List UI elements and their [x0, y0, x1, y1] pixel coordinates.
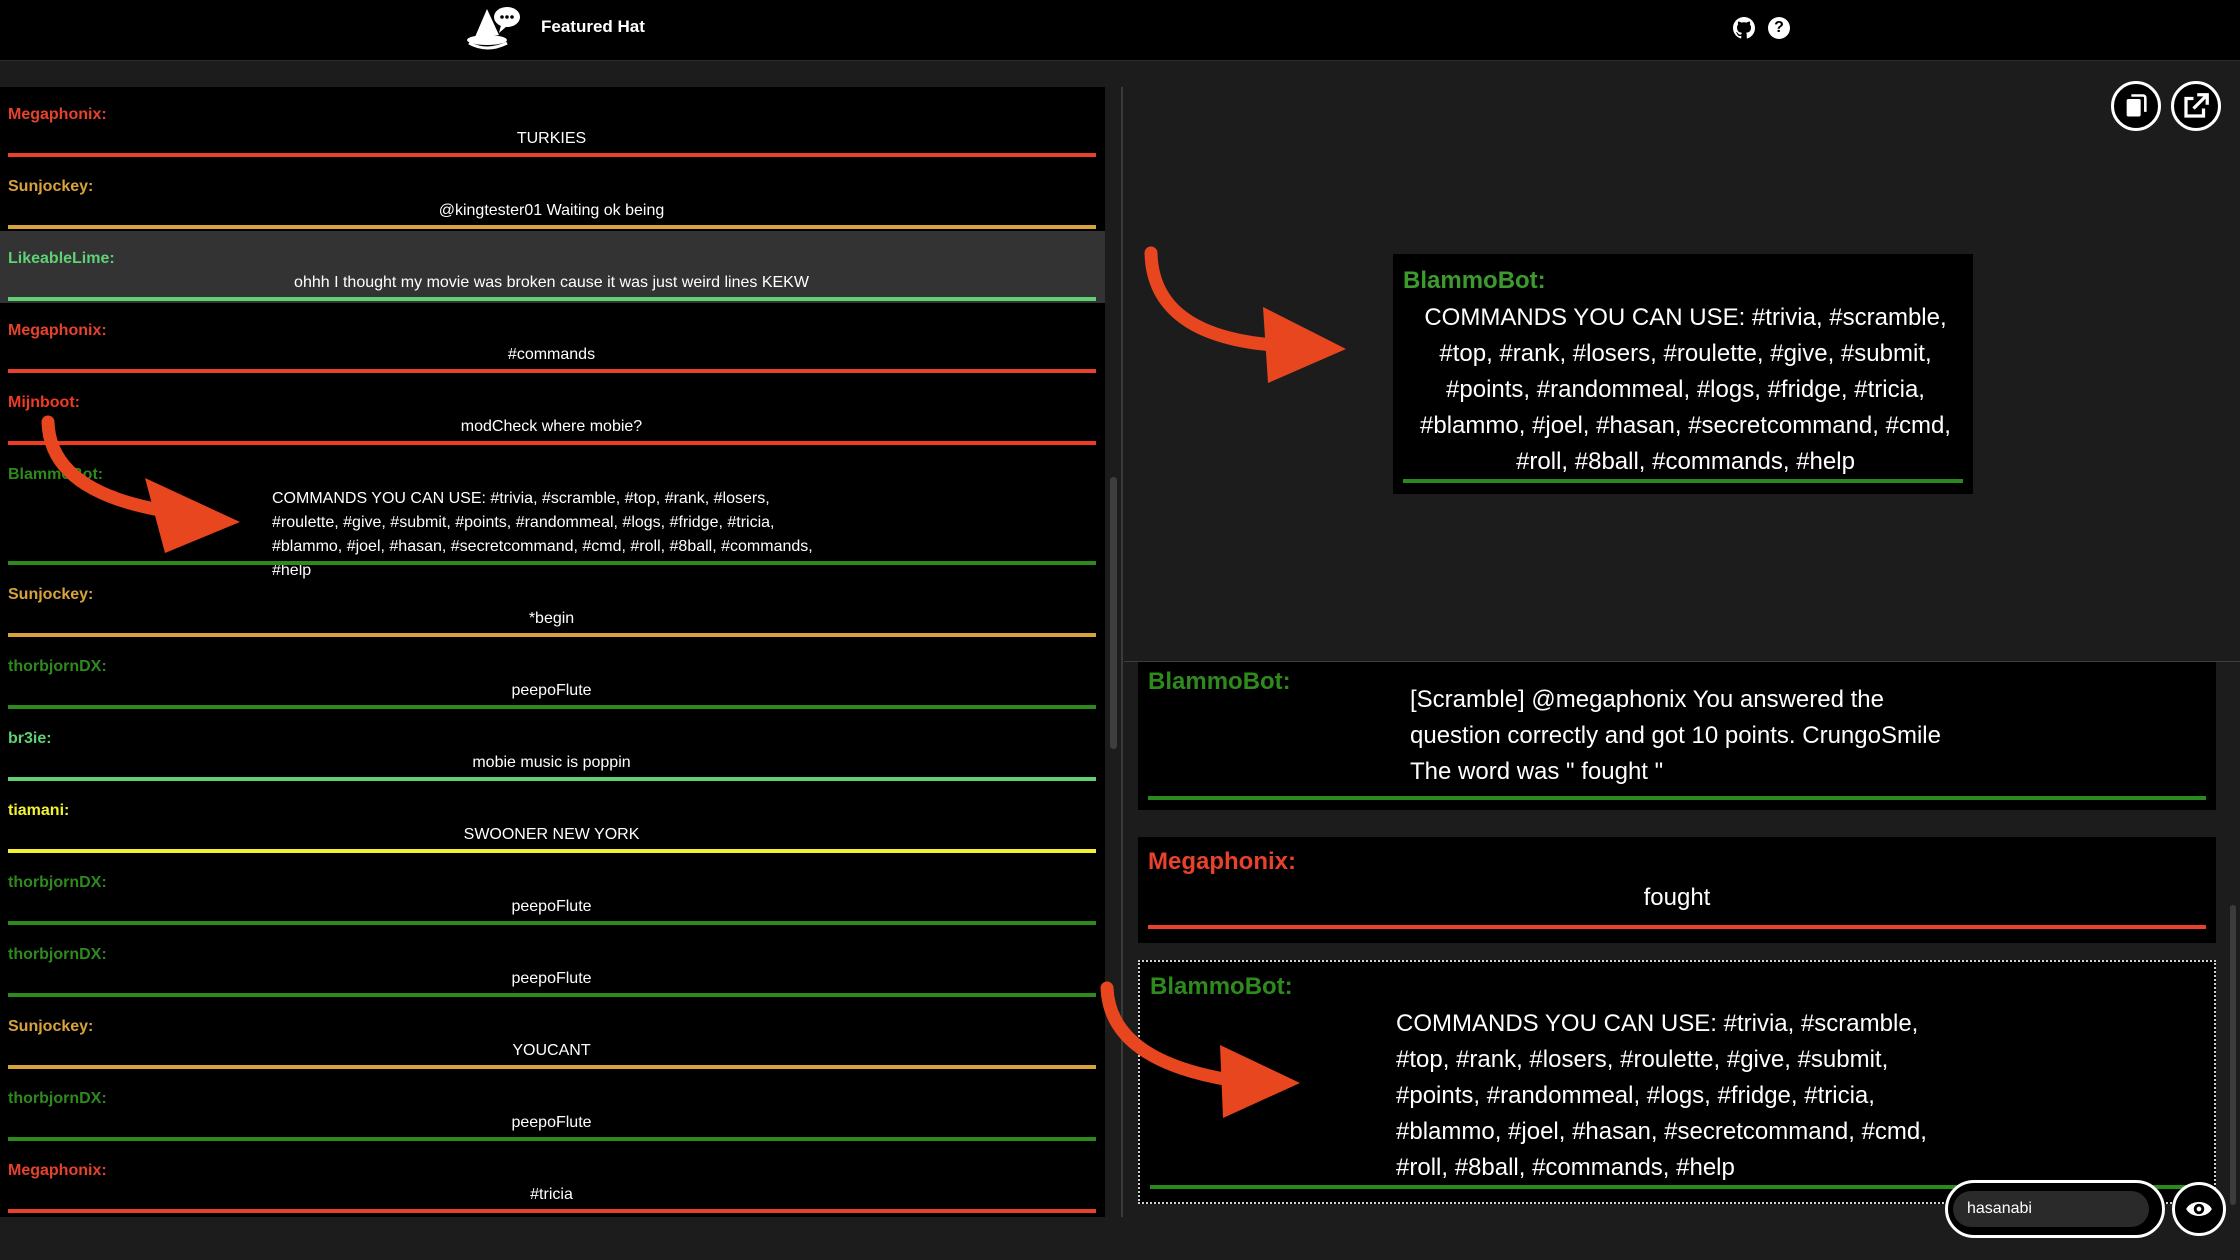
history-message-text: fought	[1643, 884, 1711, 911]
chat-message[interactable]: Megaphonix: #tricia	[0, 1143, 1105, 1215]
chat-message[interactable]: Mijnboot: modCheck where mobie?	[0, 375, 1105, 447]
chat-message-text: YOUCANT	[512, 1042, 591, 1059]
chat-message-text: #commands	[507, 346, 596, 363]
history-color-rule	[1148, 796, 2206, 800]
chat-color-rule	[8, 1209, 1096, 1213]
chat-username: Sunjockey:	[8, 178, 94, 195]
panel-divider[interactable]	[1121, 87, 1123, 1217]
chat-message[interactable]: LikeableLime: ohhh I thought my movie was…	[0, 231, 1105, 303]
chat-message-text: peepoFlute	[511, 682, 592, 699]
history-item-selected[interactable]: BlammoBot: COMMANDS YOU CAN USE: #trivia…	[1138, 960, 2216, 1204]
chat-message-text: *begin	[528, 610, 575, 627]
copy-icon	[2126, 94, 2147, 117]
popout-button[interactable]	[2171, 81, 2221, 131]
chat-color-rule	[8, 1065, 1096, 1069]
chat-username: tiamani:	[8, 802, 70, 819]
help-icon[interactable]: ?	[1768, 17, 1790, 39]
chat-color-rule	[8, 561, 1096, 565]
history-item[interactable]: BlammoBot: [Scramble] @megaphonix You an…	[1138, 662, 2216, 810]
chat-username: Sunjockey:	[8, 1018, 94, 1035]
chat-message[interactable]: thorbjornDX: peepoFlute	[0, 855, 1105, 927]
chat-message-text: TURKIES	[516, 130, 587, 147]
chat-color-rule	[8, 849, 1096, 853]
chat-message-text: mobie music is poppin	[472, 754, 631, 771]
github-icon[interactable]	[1733, 17, 1755, 39]
eye-icon	[2186, 1202, 2212, 1216]
chat-message[interactable]: thorbjornDX: peepoFlute	[0, 639, 1105, 711]
chat-username: Megaphonix:	[8, 322, 107, 339]
chat-message[interactable]: Megaphonix: #commands	[0, 303, 1105, 375]
external-link-icon	[2184, 93, 2209, 118]
chat-color-rule	[8, 153, 1096, 157]
chat-username: Mijnboot:	[8, 394, 80, 411]
history-username: BlammoBot:	[1150, 973, 1293, 1000]
chat-message[interactable]: Sunjockey: @kingtester01 Waiting ok being	[0, 159, 1105, 231]
chat-color-rule	[8, 777, 1096, 781]
chat-message[interactable]: tiamani: SWOONER NEW YORK	[0, 783, 1105, 855]
app-title: Featured Hat	[541, 17, 645, 36]
bottom-bar	[0, 1217, 2240, 1260]
chat-message-text: modCheck where mobie?	[460, 418, 643, 435]
chat-message-text: @kingtester01 Waiting ok being	[438, 202, 665, 219]
chat-username: br3ie:	[8, 730, 52, 747]
chat-username: thorbjornDX:	[8, 658, 107, 675]
chat-message[interactable]: thorbjornDX: peepoFlute	[0, 927, 1105, 999]
chat-message-text: #tricia	[530, 1186, 573, 1203]
chat-message-text: peepoFlute	[511, 970, 592, 987]
chat-color-rule	[8, 441, 1096, 445]
history-message-text: [Scramble] @megaphonix You answered the …	[1410, 686, 1941, 785]
chat-message-text: SWOONER NEW YORK	[463, 826, 640, 843]
chat-color-rule	[8, 297, 1096, 301]
chat-username: thorbjornDX:	[8, 946, 107, 963]
history-color-rule	[1148, 925, 2206, 929]
chat-color-rule	[8, 705, 1096, 709]
chat-username: Megaphonix:	[8, 1162, 107, 1179]
featured-color-rule	[1403, 479, 1963, 483]
chat-message-list[interactable]: Megaphonix: TURKIES Sunjockey: @kingtester0…	[0, 87, 1105, 1217]
chat-message-text: ohhh I thought my movie was broken cause…	[294, 274, 809, 291]
chat-username: BlammoBot:	[8, 466, 104, 483]
chat-message[interactable]: BlammoBot: COMMANDS YOU CAN USE: #trivia,…	[0, 447, 1105, 579]
chat-username: thorbjornDX:	[8, 874, 107, 891]
chat-username: LikeableLime:	[8, 250, 115, 267]
chat-color-rule	[8, 633, 1096, 637]
chat-color-rule	[8, 1137, 1096, 1141]
chat-color-rule	[8, 369, 1096, 373]
chat-message[interactable]: thorbjornDX: peepoFlute	[0, 1071, 1105, 1143]
history-username: Megaphonix:	[1148, 848, 1296, 875]
chat-username: Sunjockey:	[8, 586, 94, 603]
wizard-hat-chat-logo-icon[interactable]	[465, 3, 523, 53]
history-scrollbar[interactable]	[2230, 905, 2236, 1205]
copy-button[interactable]	[2111, 81, 2161, 131]
chat-color-rule	[8, 225, 1096, 229]
featured-username: BlammoBot:	[1403, 267, 1546, 294]
chat-message[interactable]: Sunjockey: *begin	[0, 567, 1105, 639]
history-username: BlammoBot:	[1148, 668, 1291, 695]
chat-scrollbar[interactable]	[1110, 477, 1117, 749]
chat-message[interactable]: br3ie: mobie music is poppin	[0, 711, 1105, 783]
chat-username: thorbjornDX:	[8, 1090, 107, 1107]
featured-message-text: COMMANDS YOU CAN USE: #trivia, #scramble…	[1420, 304, 1951, 475]
chat-username: Megaphonix:	[8, 106, 107, 123]
chat-message[interactable]: Megaphonix: TURKIES	[0, 87, 1105, 159]
featured-message-card: BlammoBot: COMMANDS YOU CAN USE: #trivia…	[1393, 254, 1973, 494]
chat-color-rule	[8, 993, 1096, 997]
featured-history-list[interactable]: BlammoBot: [Scramble] @megaphonix You an…	[1124, 662, 2230, 1217]
chat-message[interactable]: Sunjockey: YOUCANT	[0, 999, 1105, 1071]
chat-color-rule	[8, 921, 1096, 925]
watch-channel-button[interactable]	[2172, 1182, 2226, 1236]
channel-input[interactable]	[1953, 1191, 2149, 1227]
chat-message-text: peepoFlute	[511, 1114, 592, 1131]
history-item[interactable]: Megaphonix: fought	[1138, 837, 2216, 943]
top-navigation-bar: Featured Hat ?	[0, 0, 2240, 61]
chat-message-text: peepoFlute	[511, 898, 592, 915]
history-message-text: COMMANDS YOU CAN USE: #trivia, #scramble…	[1396, 1010, 1927, 1181]
